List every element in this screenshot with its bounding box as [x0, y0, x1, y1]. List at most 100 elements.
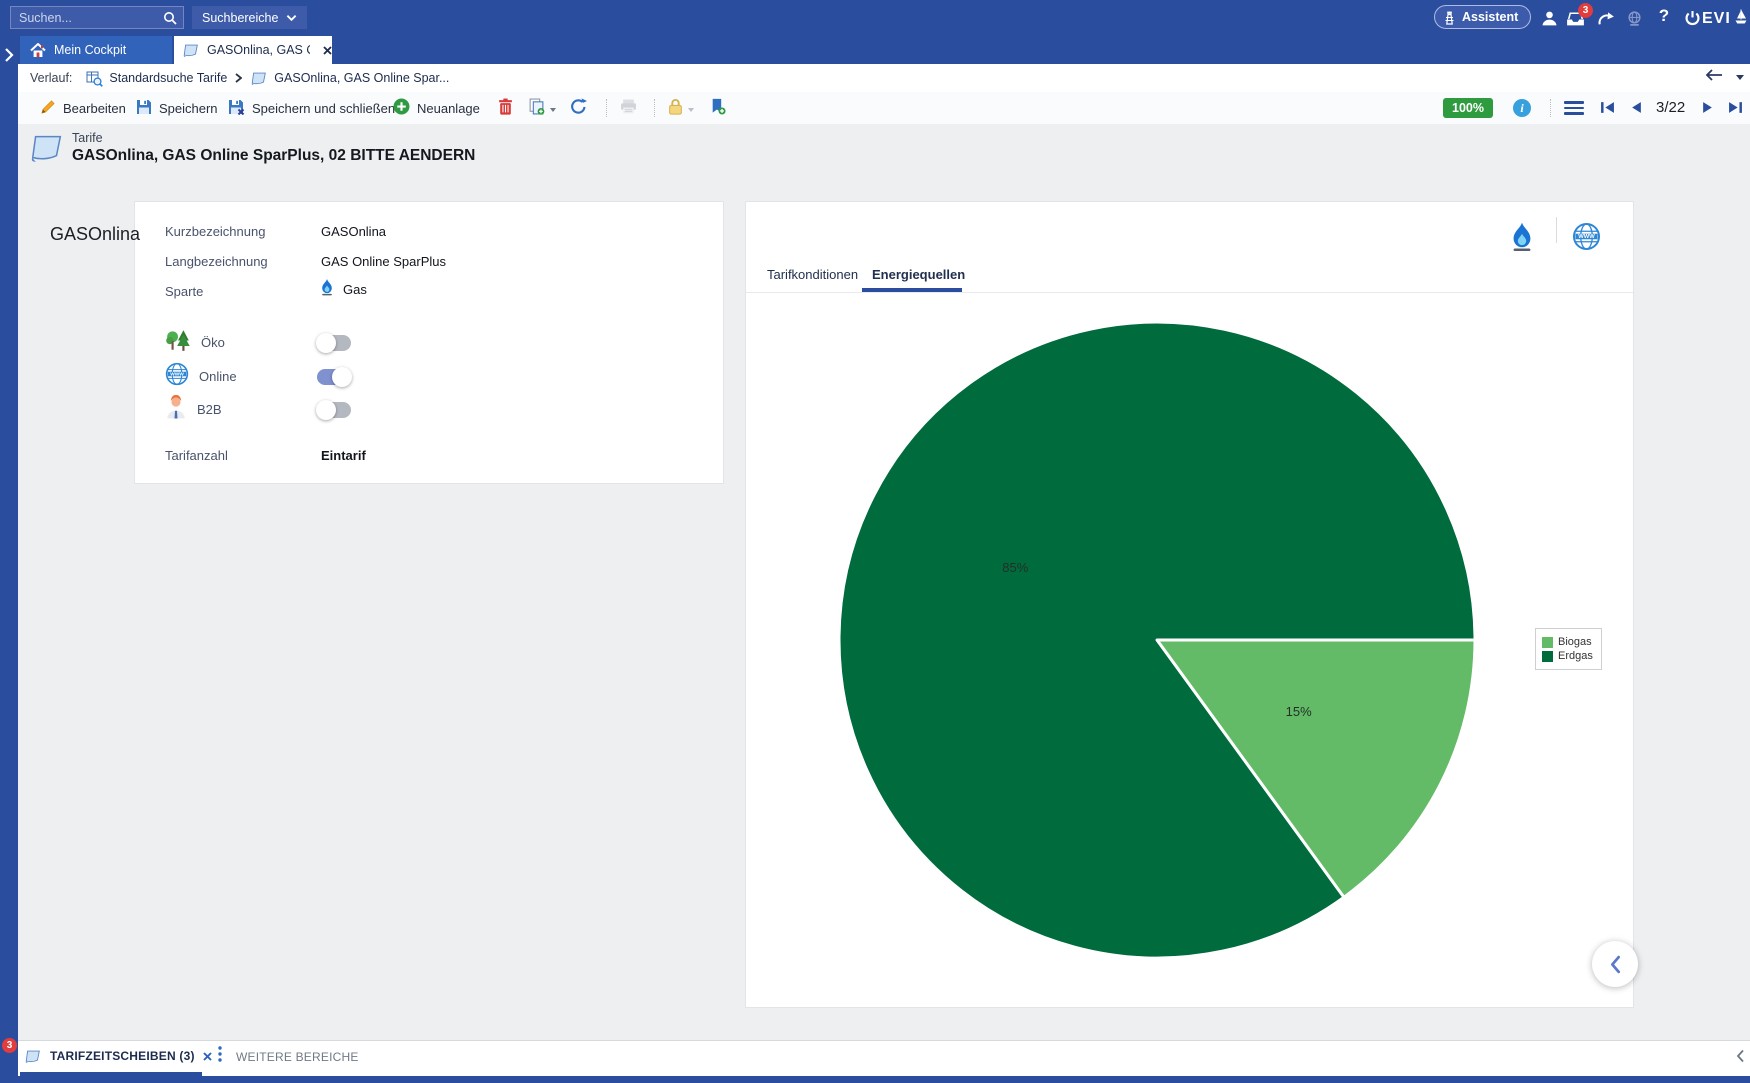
oeko-toggle[interactable] — [317, 335, 351, 351]
toolbar-separator — [1550, 99, 1552, 117]
chevron-down-icon — [286, 14, 297, 22]
inbox-icon[interactable]: 3 — [1563, 8, 1587, 28]
help-button[interactable]: ? — [1652, 6, 1676, 26]
tab-mein-cockpit[interactable]: Mein Cockpit — [20, 36, 172, 64]
toggle-label: Online — [199, 369, 307, 384]
document-icon — [182, 43, 200, 58]
tab-energiequellen[interactable]: Energiequellen — [872, 267, 965, 282]
refresh-icon — [570, 98, 587, 118]
caret-down-icon — [687, 101, 695, 116]
delete-button[interactable] — [498, 92, 513, 124]
langbezeichnung-value[interactable]: GAS Online SparPlus — [321, 254, 446, 269]
record-type-icon — [28, 131, 66, 170]
sailboat-icon — [1734, 8, 1748, 30]
search-input[interactable] — [17, 10, 163, 26]
breadcrumb-item-record[interactable]: GASOnlina, GAS Online Spar... — [274, 71, 449, 85]
lighthouse-icon — [1443, 10, 1456, 25]
tab-tarifkonditionen[interactable]: Tarifkonditionen — [767, 267, 858, 282]
back-arrow-icon[interactable] — [1705, 68, 1723, 86]
bookmark-add-icon — [710, 98, 726, 118]
document-icon — [24, 1049, 42, 1064]
tab-tarifzeitscheiben[interactable]: TARIFZEITSCHEIBEN (3) — [24, 1040, 212, 1072]
home-icon — [30, 43, 46, 58]
toolbar-separator — [606, 99, 608, 117]
breadcrumb: Verlauf: Standardsuche Tarife GASOnlina,… — [18, 64, 1750, 93]
search-icon[interactable] — [163, 11, 177, 25]
lock-button[interactable] — [668, 92, 695, 124]
header-divider — [1556, 217, 1557, 243]
breadcrumb-prefix: Verlauf: — [30, 71, 72, 85]
trees-icon — [165, 328, 191, 357]
prev-page-icon[interactable] — [1631, 101, 1642, 119]
bottom-collapse-icon[interactable] — [1736, 1049, 1745, 1068]
sparte-text: Gas — [343, 282, 367, 297]
tariff-form-card: Kurzbezeichnung GASOnlina Langbezeichnun… — [134, 201, 724, 484]
new-button[interactable]: Neuanlage — [393, 92, 480, 124]
power-icon[interactable] — [1680, 8, 1704, 28]
tab-label: TARIFZEITSCHEIBEN (3) — [50, 1049, 195, 1063]
print-button — [620, 92, 637, 124]
expand-nav-icon[interactable] — [4, 48, 14, 67]
info-icon[interactable]: i — [1513, 99, 1531, 117]
legend-item-biogas[interactable]: Biogas — [1542, 636, 1593, 648]
gas-flame-icon — [1508, 221, 1536, 257]
weitere-bereiche-label: WEITERE BEREICHE — [236, 1050, 359, 1064]
redo-icon[interactable] — [1594, 8, 1618, 28]
menu-icon[interactable] — [1564, 101, 1584, 118]
zoom-level-badge[interactable]: 100% — [1443, 98, 1493, 118]
edit-button[interactable]: Bearbeiten — [40, 92, 126, 124]
tarifanzahl-value[interactable]: Eintarif — [321, 448, 366, 463]
refresh-button[interactable] — [570, 92, 587, 124]
vertical-dots-icon — [218, 1046, 222, 1067]
page-title: GASOnlina, GAS Online SparPlus, 02 BITTE… — [72, 147, 475, 165]
weitere-bereiche[interactable]: WEITERE BEREICHE — [218, 1046, 359, 1067]
sparte-value[interactable]: Gas — [319, 278, 367, 301]
breadcrumb-item-search[interactable]: Standardsuche Tarife — [109, 71, 227, 85]
legend-item-erdgas[interactable]: Erdgas — [1542, 650, 1593, 662]
online-toggle[interactable] — [317, 369, 351, 385]
copy-record-button[interactable] — [528, 92, 557, 124]
edit-label: Bearbeiten — [63, 101, 126, 116]
tab-record-active[interactable]: GASOnlina, GAS Onli... — [174, 36, 332, 64]
close-icon[interactable] — [203, 1052, 212, 1061]
search-scope-button[interactable]: Suchbereiche — [192, 6, 307, 29]
kurzbezeichnung-value[interactable]: GASOnlina — [321, 224, 386, 239]
lock-icon — [668, 98, 683, 118]
connection-status-icon — [1622, 8, 1646, 28]
bottom-panel-badge: 3 — [2, 1038, 17, 1053]
legend-swatch — [1542, 651, 1553, 662]
pie-svg: 15%85% — [745, 293, 1634, 1009]
online-row: WWW Online — [165, 362, 465, 391]
save-close-button[interactable]: Speichern und schließen — [228, 92, 395, 124]
tab-label: Mein Cockpit — [54, 43, 126, 57]
search-table-icon — [86, 70, 103, 87]
user-icon[interactable] — [1537, 8, 1561, 28]
copy-document-icon — [528, 98, 545, 118]
toggle-label: Öko — [201, 335, 307, 350]
assistant-button[interactable]: Assistent — [1434, 5, 1531, 29]
bookmark-add-button[interactable] — [710, 92, 726, 124]
global-search[interactable] — [10, 6, 184, 29]
next-page-icon[interactable] — [1702, 101, 1713, 119]
legend-label: Biogas — [1558, 636, 1592, 648]
history-caret-icon[interactable] — [1735, 68, 1745, 86]
last-page-icon[interactable] — [1728, 101, 1743, 119]
b2b-toggle[interactable] — [317, 402, 351, 418]
new-label: Neuanlage — [417, 101, 480, 116]
chart-legend: Biogas Erdgas — [1535, 628, 1602, 670]
collapse-panel-button[interactable] — [1592, 941, 1638, 987]
left-panel-strip: 3 — [0, 36, 18, 1076]
svg-text:WWW: WWW — [1578, 234, 1595, 240]
close-icon[interactable] — [323, 46, 332, 55]
svg-text:WWW: WWW — [170, 371, 184, 377]
field-label: Tarifanzahl — [165, 448, 228, 463]
chevron-right-icon — [235, 73, 242, 83]
brand-logo: EVI — [1702, 8, 1748, 30]
first-page-icon[interactable] — [1600, 101, 1615, 119]
panel-title: GASOnlina — [50, 224, 140, 245]
floppy-close-icon — [228, 99, 245, 118]
toolbar-separator — [654, 99, 656, 117]
save-button[interactable]: Speichern — [136, 92, 218, 124]
plus-circle-icon — [393, 98, 410, 118]
b2b-row: B2B — [165, 395, 465, 424]
